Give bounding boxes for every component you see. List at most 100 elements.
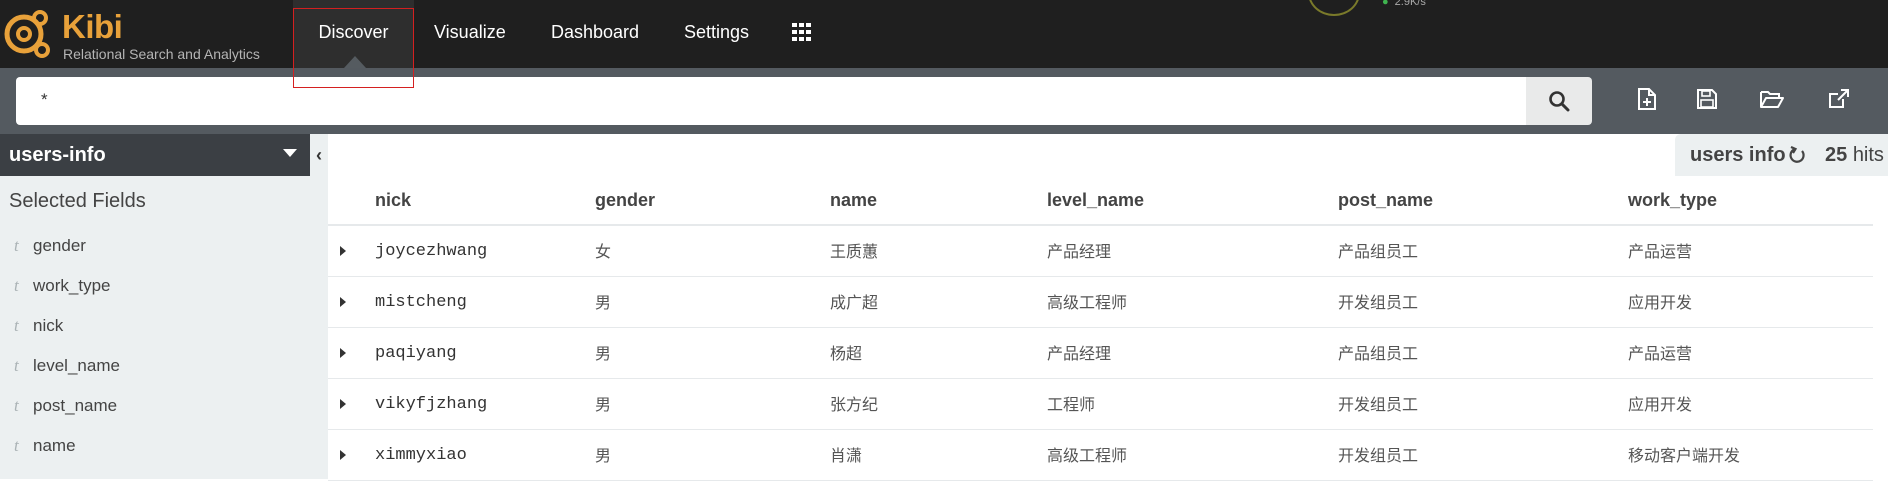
cell-nick: paqiyang (375, 344, 457, 363)
new-search-button[interactable] (1630, 84, 1664, 114)
field-name: name (33, 436, 76, 455)
cell-nick: joycezhwang (375, 242, 488, 261)
nav-dashboard-label: Dashboard (551, 22, 640, 42)
search-bar: * (0, 68, 1888, 134)
nav-settings-label: Settings (684, 22, 750, 42)
cell-name: 张方纪 (830, 395, 879, 414)
cell-work-type: 产品运营 (1628, 344, 1693, 363)
field-item-name[interactable]: t name (0, 429, 310, 463)
cell-nick: ximmyxiao (375, 446, 467, 465)
brand-name: Kibi (62, 8, 123, 45)
gauge-widget (1308, 0, 1360, 16)
cell-gender: 男 (595, 395, 612, 414)
chevron-down-icon (283, 149, 297, 157)
column-header-level-name[interactable]: level_name (1047, 190, 1144, 211)
expand-row-icon[interactable] (340, 246, 346, 256)
hits-label: hits (1852, 144, 1884, 166)
field-item-gender[interactable]: t gender (0, 229, 310, 263)
column-header-work-type[interactable]: work_type (1628, 190, 1717, 211)
field-sidebar: users-info ‹ Selected Fields t gender t wo… (0, 134, 328, 479)
field-name: gender (33, 236, 86, 255)
string-type-icon: t (14, 276, 19, 295)
refresh-button[interactable] (1788, 134, 1806, 191)
collapse-sidebar-button[interactable]: ‹ (312, 144, 326, 166)
table-row[interactable]: vikyfjzhang 男 张方纪 工程师 开发组员工 应用开发 (328, 379, 1873, 430)
cell-level-name: 高级工程师 (1047, 446, 1128, 465)
cell-level-name: 工程师 (1047, 395, 1096, 414)
apps-menu-button[interactable] (792, 23, 812, 43)
table-row[interactable]: paqiyang 男 杨超 产品经理 产品组员工 产品运营 (328, 328, 1873, 379)
cell-nick: vikyfjzhang (375, 395, 488, 414)
save-icon (1697, 89, 1717, 109)
string-type-icon: t (14, 236, 19, 255)
cell-nick: mistcheng (375, 293, 467, 312)
nav-settings[interactable]: Settings (684, 0, 749, 68)
string-type-icon: t (14, 436, 19, 455)
index-pattern-selector[interactable]: users-info (0, 134, 310, 176)
search-input[interactable]: * (16, 77, 1526, 125)
brand-tagline: Relational Search and Analytics (63, 46, 260, 62)
search-button[interactable] (1526, 77, 1592, 125)
cell-level-name: 产品经理 (1047, 344, 1112, 363)
speed-indicator: ● 2.9K/s (1382, 0, 1426, 8)
hits-count: 25 hits (1825, 134, 1884, 176)
active-nav-caret-icon (344, 56, 366, 68)
field-item-level-name[interactable]: t level_name (0, 349, 310, 383)
grid-icon (792, 23, 811, 41)
table-row[interactable]: joycezhwang 女 王质蕙 产品经理 产品组员工 产品运营 (328, 226, 1873, 277)
nav-visualize[interactable]: Visualize (434, 0, 506, 68)
expand-row-icon[interactable] (340, 297, 346, 307)
field-item-nick[interactable]: t nick (0, 309, 310, 343)
table-row[interactable]: ximmyxiao 男 肖潇 高级工程师 开发组员工 移动客户端开发 (328, 430, 1873, 481)
cell-post-name: 开发组员工 (1338, 293, 1419, 312)
nav-dashboard[interactable]: Dashboard (551, 0, 639, 68)
cell-level-name: 产品经理 (1047, 242, 1112, 261)
expand-row-icon[interactable] (340, 450, 346, 460)
expand-row-icon[interactable] (340, 348, 346, 358)
field-name: nick (33, 316, 64, 335)
share-button[interactable] (1822, 84, 1856, 114)
cell-work-type: 应用开发 (1628, 293, 1693, 312)
cell-post-name: 开发组员工 (1338, 446, 1419, 465)
column-header-name[interactable]: name (830, 190, 877, 211)
cell-work-type: 移动客户端开发 (1628, 446, 1741, 465)
cell-level-name: 高级工程师 (1047, 293, 1128, 312)
cell-gender: 男 (595, 293, 612, 312)
cell-work-type: 应用开发 (1628, 395, 1693, 414)
kibi-logo[interactable]: Kibi Relational Search and Analytics (0, 4, 290, 64)
field-item-post-name[interactable]: t post_name (0, 389, 310, 423)
cell-post-name: 产品组员工 (1338, 242, 1419, 261)
cell-name: 肖潇 (830, 446, 863, 465)
column-header-nick[interactable]: nick (375, 190, 411, 211)
status-dot-icon: ● (1382, 0, 1389, 8)
save-search-button[interactable] (1690, 84, 1724, 114)
expand-row-icon[interactable] (340, 399, 346, 409)
hits-badge: users info 25 hits (1675, 134, 1888, 176)
field-item-work-type[interactable]: t work_type (0, 269, 310, 303)
refresh-icon (1789, 145, 1805, 163)
cell-post-name: 开发组员工 (1338, 395, 1419, 414)
cell-gender: 男 (595, 344, 612, 363)
share-icon (1829, 89, 1849, 108)
field-name: level_name (33, 356, 120, 375)
cell-name: 成广超 (830, 293, 879, 312)
cell-post-name: 产品组员工 (1338, 344, 1419, 363)
selected-fields-title: Selected Fields (9, 190, 146, 212)
cell-gender: 女 (595, 242, 612, 261)
nav-discover-label: Discover (318, 22, 389, 42)
field-name: post_name (33, 396, 118, 415)
nav-visualize-label: Visualize (434, 22, 506, 42)
new-search-icon (1638, 88, 1656, 110)
table-row[interactable]: mistcheng 男 成广超 高级工程师 开发组员工 应用开发 (328, 277, 1873, 328)
chevron-left-icon: ‹ (316, 145, 322, 165)
column-header-post-name[interactable]: post_name (1338, 190, 1433, 211)
string-type-icon: t (14, 316, 19, 335)
column-header-gender[interactable]: gender (595, 190, 655, 211)
open-search-button[interactable] (1755, 84, 1789, 114)
index-label: users info (1690, 144, 1786, 166)
kibi-logo-icon (4, 10, 50, 58)
search-icon (1549, 91, 1570, 112)
cell-name: 杨超 (830, 344, 863, 363)
string-type-icon: t (14, 356, 19, 375)
open-folder-icon (1760, 91, 1784, 108)
